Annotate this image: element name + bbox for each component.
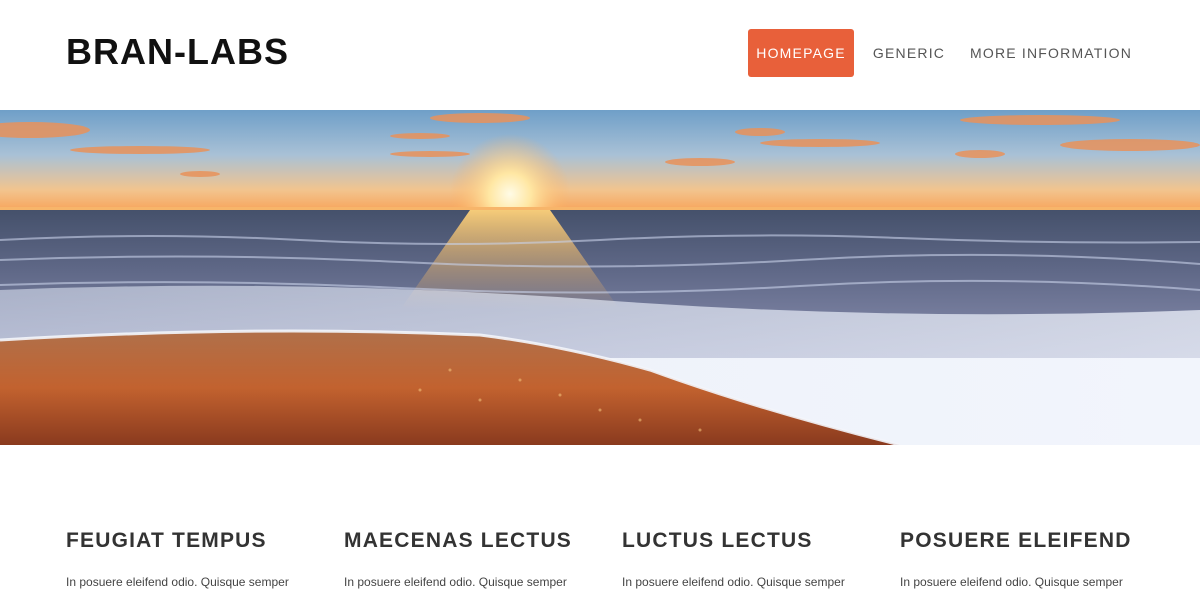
sunset-beach-photo xyxy=(0,110,1200,445)
feature-text: In posuere eleifend odio. Quisque semper xyxy=(66,575,289,589)
nav-more-information[interactable]: MORE INFORMATION xyxy=(970,29,1131,77)
site-header: BRAN-LABS HOMEPAGE GENERIC MORE INFORMAT… xyxy=(0,0,1200,110)
feature-card: LUCTUS LECTUS In posuere eleifend odio. … xyxy=(622,529,862,591)
nav-generic[interactable]: GENERIC xyxy=(866,29,952,77)
feature-card: FEUGIAT TEMPUS In posuere eleifend odio.… xyxy=(66,529,306,591)
features-section: FEUGIAT TEMPUS In posuere eleifend odio.… xyxy=(0,445,1200,600)
feature-text: In posuere eleifend odio. Quisque semper xyxy=(344,575,567,589)
feature-card: POSUERE ELEIFEND In posuere eleifend odi… xyxy=(900,529,1140,591)
site-logo[interactable]: BRAN-LABS xyxy=(66,32,289,72)
feature-text: In posuere eleifend odio. Quisque semper xyxy=(900,575,1123,589)
feature-title: LUCTUS LECTUS xyxy=(622,529,813,552)
feature-card: MAECENAS LECTUS In posuere eleifend odio… xyxy=(344,529,584,591)
feature-text: In posuere eleifend odio. Quisque semper xyxy=(622,575,845,589)
hero-banner xyxy=(0,110,1200,445)
feature-title: MAECENAS LECTUS xyxy=(344,529,573,552)
nav-homepage[interactable]: HOMEPAGE xyxy=(748,29,854,77)
feature-title: FEUGIAT TEMPUS xyxy=(66,529,267,552)
feature-title: POSUERE ELEIFEND xyxy=(900,529,1132,552)
